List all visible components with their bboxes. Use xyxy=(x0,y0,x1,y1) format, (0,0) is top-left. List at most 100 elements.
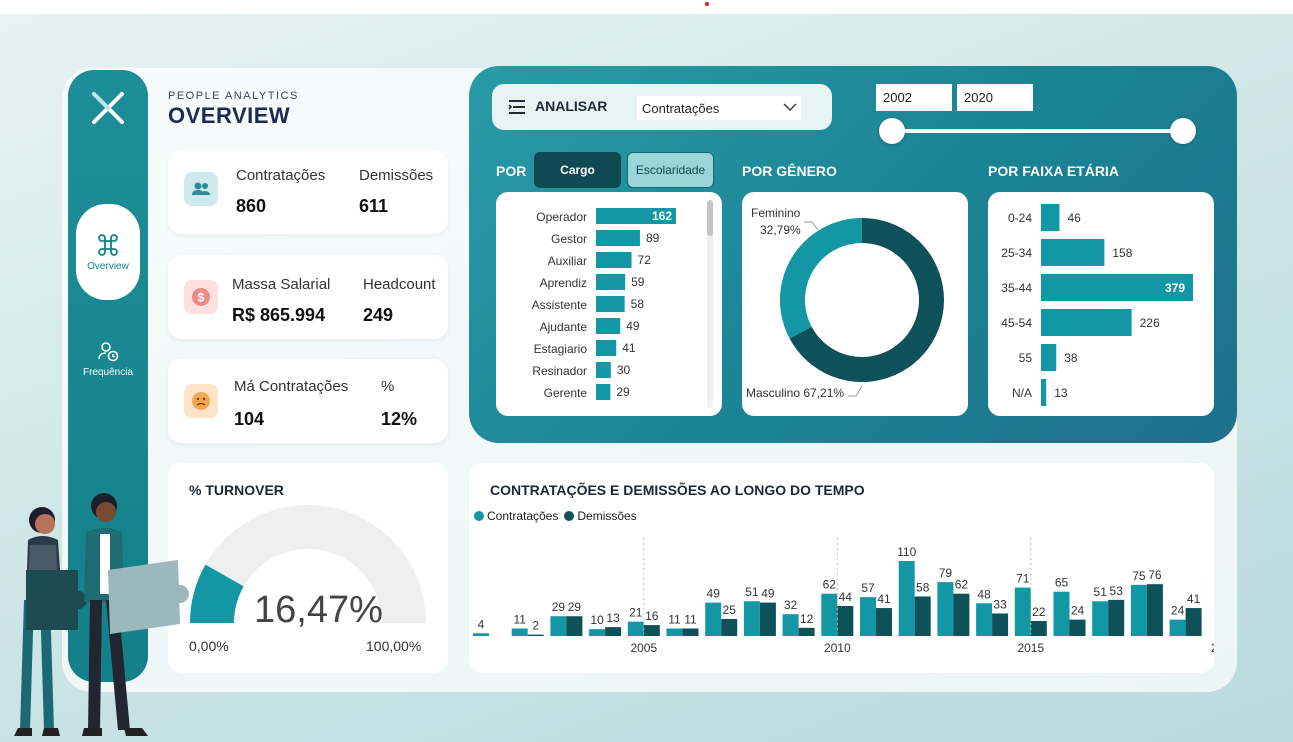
contratacoes-bar[interactable] xyxy=(589,629,606,636)
timeline-value-label: 11 xyxy=(668,613,681,627)
faixa-bar[interactable] xyxy=(1041,204,1060,231)
nav-overview[interactable]: Overview xyxy=(76,204,140,300)
demissoes-bar[interactable] xyxy=(798,627,815,636)
contratacoes-bar[interactable] xyxy=(782,614,799,636)
timeline-value-label: 62 xyxy=(955,578,969,592)
cargo-value-label: 162 xyxy=(652,209,672,223)
kpi-card-contratacoes: Contratações 860 Demissões 611 xyxy=(168,150,448,234)
timeline-tick-label: 2010 xyxy=(824,641,851,655)
year-slider-min-handle[interactable] xyxy=(879,118,905,144)
cargo-bar[interactable] xyxy=(596,252,632,268)
demissoes-bar[interactable] xyxy=(1146,584,1163,636)
faixa-value-label: 38 xyxy=(1064,351,1078,365)
contratacoes-bar[interactable] xyxy=(743,601,760,636)
year-from-input[interactable]: 2002 xyxy=(876,84,952,111)
cargo-value-label: 41 xyxy=(622,341,636,355)
faixa-bar[interactable] xyxy=(1041,309,1132,336)
timeline-value-label: 41 xyxy=(1187,592,1201,606)
contratacoes-bar[interactable] xyxy=(860,597,876,636)
year-slider-max-handle[interactable] xyxy=(1170,118,1196,144)
demissoes-bar[interactable] xyxy=(566,616,583,636)
users-icon xyxy=(184,172,218,206)
timeline-value-label: 25 xyxy=(723,603,737,617)
cargo-scrollbar-thumb[interactable] xyxy=(707,200,713,236)
demissoes-bar[interactable] xyxy=(682,628,699,637)
timeline-legend: Contratações Demissões xyxy=(474,509,637,523)
toggle-cargo[interactable]: Cargo xyxy=(534,152,621,188)
contratacoes-bar[interactable] xyxy=(898,561,915,636)
cargo-bar[interactable] xyxy=(596,274,626,290)
contratacoes-bar[interactable] xyxy=(550,616,567,636)
contratacoes-bar[interactable] xyxy=(1130,584,1147,636)
contratacoes-bar[interactable] xyxy=(1169,619,1186,636)
contratacoes-bar[interactable] xyxy=(937,582,954,636)
cargo-bar[interactable] xyxy=(596,230,640,246)
demissoes-bar[interactable] xyxy=(759,602,776,636)
contratacoes-bar[interactable] xyxy=(821,593,838,636)
contratacoes-bar[interactable] xyxy=(1014,587,1031,636)
faixa-category-label: 45-54 xyxy=(1001,316,1032,330)
timeline-value-label: 76 xyxy=(1148,568,1162,582)
timeline-tick-label: 2005 xyxy=(630,641,657,655)
nav-frequencia[interactable]: Frequência xyxy=(76,310,140,406)
contratacoes-bar[interactable] xyxy=(705,602,722,636)
cargo-category-label: Aprendiz xyxy=(540,276,587,290)
cargo-bar[interactable] xyxy=(596,384,611,400)
demissoes-bar[interactable] xyxy=(527,634,544,636)
cargo-bar[interactable] xyxy=(596,318,621,334)
user-clock-icon xyxy=(98,341,119,361)
demissoes-bar[interactable] xyxy=(1108,599,1125,636)
contratacoes-bar[interactable] xyxy=(473,633,489,636)
toggle-escolaridade[interactable]: Escolaridade xyxy=(627,152,714,188)
kpi-headcount-value: 249 xyxy=(363,305,394,325)
demissoes-bar[interactable] xyxy=(1030,621,1047,636)
contratacoes-bar[interactable] xyxy=(627,621,644,636)
demissoes-bar[interactable] xyxy=(1069,619,1086,636)
demissoes-bar[interactable] xyxy=(914,596,931,636)
cargo-bar[interactable] xyxy=(596,340,617,356)
year-slider-track[interactable] xyxy=(892,129,1182,133)
timeline-value-label: 21 xyxy=(629,606,643,620)
kpi-pct-label: % xyxy=(381,378,395,395)
kpi-massa-label: Massa Salarial xyxy=(232,276,331,293)
demissoes-bar[interactable] xyxy=(837,606,854,636)
analisar-select[interactable]: Contratações xyxy=(637,96,801,120)
cargo-scrollbar[interactable] xyxy=(707,200,713,408)
cargo-bar[interactable] xyxy=(596,296,625,312)
faixa-bar[interactable] xyxy=(1041,344,1057,371)
cargo-value-label: 72 xyxy=(638,253,652,267)
kpi-card-massa: $ Massa Salarial R$ 865.994 Headcount 24… xyxy=(168,255,448,339)
contratacoes-bar[interactable] xyxy=(976,603,993,636)
kpi-headcount-label: Headcount xyxy=(363,276,436,293)
timeline-tick-label: 2020 xyxy=(1211,641,1214,655)
demissoes-bar[interactable] xyxy=(953,593,970,636)
demissoes-bar[interactable] xyxy=(992,613,1009,637)
contratacoes-bar[interactable] xyxy=(1053,591,1070,636)
year-to-input[interactable]: 2020 xyxy=(957,84,1033,111)
timeline-value-label: 51 xyxy=(745,585,759,599)
logo-icon xyxy=(92,92,124,124)
demissoes-bar[interactable] xyxy=(605,627,622,636)
timeline-value-label: 49 xyxy=(761,587,775,601)
timeline-value-label: 110 xyxy=(897,545,916,559)
timeline-value-label: 75 xyxy=(1132,569,1146,583)
demissoes-bar[interactable] xyxy=(643,625,660,636)
contratacoes-bar[interactable] xyxy=(1092,601,1109,636)
cargo-bar[interactable] xyxy=(596,362,611,378)
faixa-bar[interactable] xyxy=(1041,239,1105,266)
contratacoes-bar[interactable] xyxy=(666,628,683,637)
timeline-value-label: 32 xyxy=(784,598,798,612)
timeline-value-label: 79 xyxy=(939,566,953,580)
analisar-box: ANALISAR Contratações xyxy=(492,84,832,130)
demissoes-bar[interactable] xyxy=(876,608,892,636)
faixa-bar[interactable] xyxy=(1041,379,1047,406)
kpi-contratacoes-value: 860 xyxy=(236,196,267,216)
contratacoes-bar[interactable] xyxy=(511,628,528,637)
genero-label: POR GÊNERO xyxy=(742,163,837,179)
timeline-value-label: 53 xyxy=(1110,584,1124,598)
demissoes-bar[interactable] xyxy=(721,618,738,636)
kpi-pct-value: 12% xyxy=(381,409,418,429)
kpi-contratacoes-label: Contratações xyxy=(236,167,326,184)
turnover-card: % TURNOVER 16,47% 0,00% 100,00% xyxy=(168,463,448,673)
demissoes-bar[interactable] xyxy=(1185,608,1202,636)
